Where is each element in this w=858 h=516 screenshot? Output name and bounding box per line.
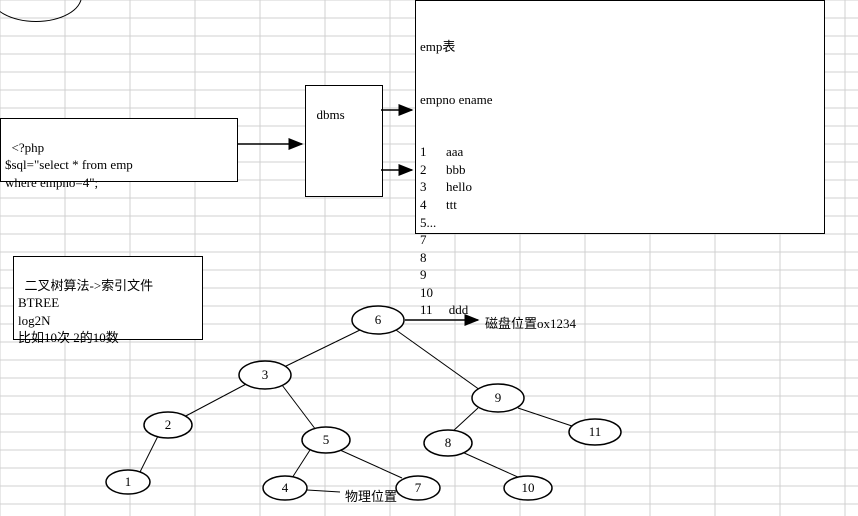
disk-position-label: 磁盘位置ox1234 bbox=[485, 313, 576, 332]
tree-node-1: 1 bbox=[125, 474, 132, 489]
dbms-label: dbms bbox=[317, 107, 345, 122]
tree-node-3: 3 bbox=[262, 367, 269, 382]
php-code-box: <?php $sql="select * from emp where empn… bbox=[0, 118, 238, 182]
dbms-box: dbms bbox=[305, 85, 383, 197]
btree-box: 二叉树算法->索引文件 BTREE log2N 比如10次 2的10数 bbox=[13, 256, 203, 340]
tree-node-4: 4 bbox=[282, 480, 289, 495]
line-node4-to-phys bbox=[307, 490, 340, 492]
emp-rows: 1 aaa 2 bbb 3 hello 4 ttt 5... 7 8 9 10 … bbox=[420, 143, 820, 318]
tree-node-9: 9 bbox=[495, 390, 502, 405]
emp-title: emp表 bbox=[420, 38, 820, 56]
emp-table-box: emp表 empno ename 1 aaa 2 bbb 3 hello 4 t… bbox=[415, 0, 825, 234]
emp-header: empno ename bbox=[420, 91, 820, 109]
tree-node-5: 5 bbox=[323, 432, 330, 447]
tree-node-6: 6 bbox=[375, 312, 382, 327]
tree-node-8: 8 bbox=[445, 435, 452, 450]
tree-edges bbox=[140, 330, 578, 478]
php-code-text: <?php $sql="select * from emp where empn… bbox=[5, 140, 133, 190]
tree-node-10: 10 bbox=[522, 480, 535, 495]
tree-node-7: 7 bbox=[415, 480, 422, 495]
tree-node-11: 11 bbox=[589, 424, 602, 439]
btree-text: 二叉树算法->索引文件 BTREE log2N 比如10次 2的10数 bbox=[18, 278, 153, 346]
tree-node-2: 2 bbox=[165, 417, 172, 432]
partial-ellipse bbox=[0, 0, 82, 22]
physical-position-label: 物理位置 bbox=[345, 486, 397, 505]
